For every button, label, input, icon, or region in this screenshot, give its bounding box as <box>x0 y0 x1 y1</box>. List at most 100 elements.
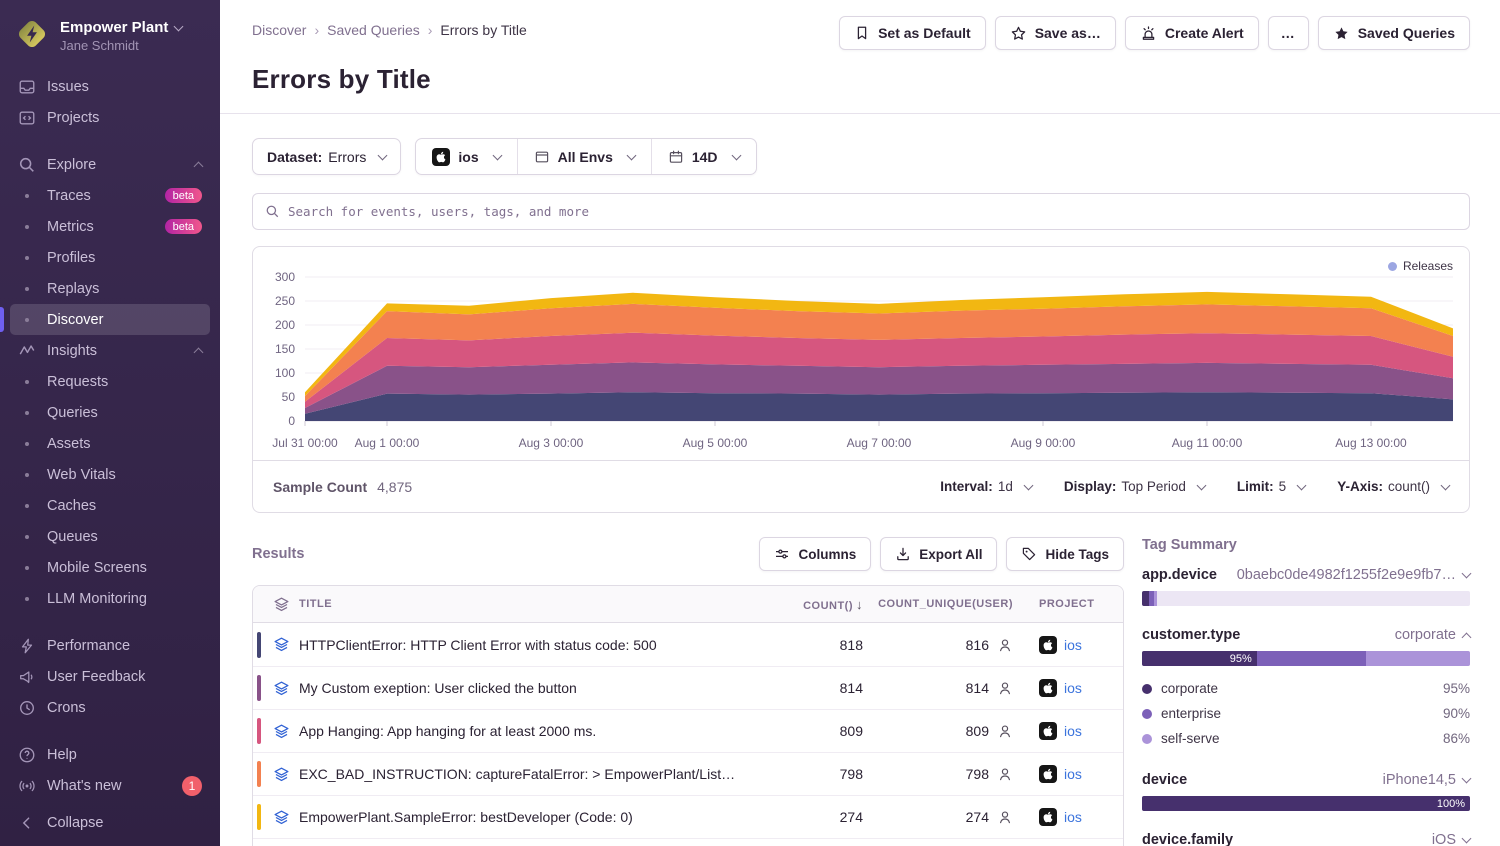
row-count-unique: 816 <box>966 637 1013 653</box>
svg-text:Aug 5 00:00: Aug 5 00:00 <box>683 436 748 450</box>
chart-canvas[interactable]: Releases 050100150200250300Jul 31 00:00A… <box>253 247 1469 460</box>
column-header-count-unique[interactable]: COUNT_UNIQUE(USER) <box>878 598 1013 610</box>
sidebar-collapse-button[interactable]: Collapse <box>10 811 210 834</box>
tag-legend-row[interactable]: self-serve86% <box>1142 726 1470 751</box>
display-selector[interactable]: Display: Top Period <box>1064 479 1205 494</box>
hide-tags-button[interactable]: Hide Tags <box>1006 537 1124 571</box>
sidebar-item-explore[interactable]: Explore <box>10 149 210 180</box>
svg-text:Jul 31 00:00: Jul 31 00:00 <box>272 436 338 450</box>
environment-filter[interactable]: All Envs <box>517 139 651 174</box>
main-area: Discover›Saved Queries›Errors by Title S… <box>220 0 1500 846</box>
table-row: App Hanging: App hanging for at least 20… <box>253 709 1123 752</box>
tag-legend-row[interactable]: enterprise90% <box>1142 701 1470 726</box>
chevron-up-icon <box>194 348 204 358</box>
layers-icon[interactable] <box>263 680 299 697</box>
sidebar-item-mobile-screens[interactable]: Mobile Screens <box>10 552 210 583</box>
tag-block-app-device: app.device0baebc0de4982f1255f2e9e9fb7… <box>1142 567 1470 606</box>
project-link[interactable]: ios <box>1064 680 1082 696</box>
layers-icon[interactable] <box>263 596 299 613</box>
sidebar-item-what-s-new[interactable]: What's new1 <box>10 770 210 801</box>
dataset-value: Errors <box>328 149 366 165</box>
search-input[interactable] <box>288 204 1457 219</box>
project-link[interactable]: ios <box>1064 766 1082 782</box>
sidebar-item-label: Projects <box>47 110 99 126</box>
sidebar-item-issues[interactable]: Issues <box>10 71 210 102</box>
set-as-default-button[interactable]: Set as Default <box>839 16 986 50</box>
project-filter[interactable]: ios <box>416 139 516 174</box>
layers-icon[interactable] <box>263 766 299 783</box>
tag-top-value[interactable]: iPhone14,5 <box>1383 772 1470 788</box>
saved-queries-button[interactable]: Saved Queries <box>1318 16 1470 50</box>
tag-top-value[interactable]: iOS <box>1432 832 1470 846</box>
sidebar-item-replays[interactable]: Replays <box>10 273 210 304</box>
layers-icon[interactable] <box>263 723 299 740</box>
column-header-title[interactable]: TITLE <box>299 598 763 610</box>
sidebar-item-web-vitals[interactable]: Web Vitals <box>10 459 210 490</box>
column-header-count[interactable]: COUNT()↓ <box>803 597 863 612</box>
header-actions: Set as Default Save as… Create Alert … S… <box>839 16 1470 50</box>
alert-icon <box>1140 25 1157 42</box>
releases-legend[interactable]: Releases <box>1388 259 1453 273</box>
limit-selector[interactable]: Limit: 5 <box>1237 479 1305 494</box>
chevron-down-icon <box>174 22 184 32</box>
sidebar-item-traces[interactable]: Tracesbeta <box>10 180 210 211</box>
date-range-filter[interactable]: 14D <box>651 139 756 174</box>
bullet-icon <box>18 466 36 484</box>
project-link[interactable]: ios <box>1064 723 1082 739</box>
row-count-unique-value: 814 <box>966 680 989 696</box>
sidebar-item-metrics[interactable]: Metricsbeta <box>10 211 210 242</box>
page-header: Discover›Saved Queries›Errors by Title S… <box>220 0 1500 114</box>
columns-button[interactable]: Columns <box>759 537 871 571</box>
chevron-down-icon <box>1196 481 1206 491</box>
column-header-project[interactable]: PROJECT <box>1013 598 1123 610</box>
legend-label: enterprise <box>1161 706 1221 721</box>
sidebar-item-profiles[interactable]: Profiles <box>10 242 210 273</box>
legend-percent: 86% <box>1443 731 1470 746</box>
dataset-selector[interactable]: Dataset: Errors <box>252 138 401 175</box>
apple-icon <box>1039 765 1057 783</box>
releases-legend-label: Releases <box>1403 259 1453 273</box>
table-header-row: TITLE COUNT()↓ COUNT_UNIQUE(USER) PROJEC… <box>253 586 1123 623</box>
sidebar-item-help[interactable]: Help <box>10 739 210 770</box>
svg-text:100: 100 <box>275 366 295 380</box>
layers-icon[interactable] <box>263 809 299 826</box>
sidebar-item-llm-monitoring[interactable]: LLM Monitoring <box>10 583 210 614</box>
breadcrumb-discover[interactable]: Discover <box>252 22 306 38</box>
sidebar-item-projects[interactable]: Projects <box>10 102 210 133</box>
export-all-button[interactable]: Export All <box>880 537 997 571</box>
results-table: TITLE COUNT()↓ COUNT_UNIQUE(USER) PROJEC… <box>252 585 1124 846</box>
sidebar-item-queries[interactable]: Queries <box>10 397 210 428</box>
sidebar-item-label: Explore <box>47 157 96 173</box>
more-options-button[interactable]: … <box>1268 16 1309 50</box>
project-filter-value: ios <box>458 149 478 165</box>
stacked-area-chart: 050100150200250300Jul 31 00:00Aug 1 00:0… <box>253 251 1469 455</box>
interval-selector[interactable]: Interval: 1d <box>940 479 1032 494</box>
create-alert-button[interactable]: Create Alert <box>1125 16 1259 50</box>
layers-icon[interactable] <box>263 636 299 653</box>
project-link[interactable]: ios <box>1064 809 1082 825</box>
svg-text:Aug 3 00:00: Aug 3 00:00 <box>519 436 584 450</box>
tag-list: app.device0baebc0de4982f1255f2e9e9fb7…cu… <box>1142 567 1470 846</box>
sidebar-item-user-feedback[interactable]: User Feedback <box>10 661 210 692</box>
export-icon <box>895 546 911 562</box>
save-as-button[interactable]: Save as… <box>995 16 1116 50</box>
sidebar-item-label: Queues <box>47 529 98 545</box>
sidebar-item-discover[interactable]: Discover <box>10 304 210 335</box>
breadcrumb-saved-queries[interactable]: Saved Queries <box>327 22 420 38</box>
sidebar-item-crons[interactable]: Crons <box>10 692 210 723</box>
sidebar-item-label: Performance <box>47 638 130 654</box>
project-link[interactable]: ios <box>1064 637 1082 653</box>
tag-top-value[interactable]: 0baebc0de4982f1255f2e9e9fb7… <box>1237 567 1470 583</box>
row-count: 818 <box>840 637 863 653</box>
sidebar-item-caches[interactable]: Caches <box>10 490 210 521</box>
sidebar-item-requests[interactable]: Requests <box>10 366 210 397</box>
tag-top-value[interactable]: corporate <box>1395 627 1470 643</box>
sidebar-item-insights[interactable]: Insights <box>10 335 210 366</box>
sidebar-item-assets[interactable]: Assets <box>10 428 210 459</box>
tag-legend-row[interactable]: corporate95% <box>1142 676 1470 701</box>
chevron-down-icon <box>492 150 502 160</box>
sidebar-item-performance[interactable]: Performance <box>10 630 210 661</box>
yaxis-selector[interactable]: Y-Axis: count() <box>1337 479 1449 494</box>
org-switcher[interactable]: Empower Plant Jane Schmidt <box>0 12 220 71</box>
sidebar-item-queues[interactable]: Queues <box>10 521 210 552</box>
